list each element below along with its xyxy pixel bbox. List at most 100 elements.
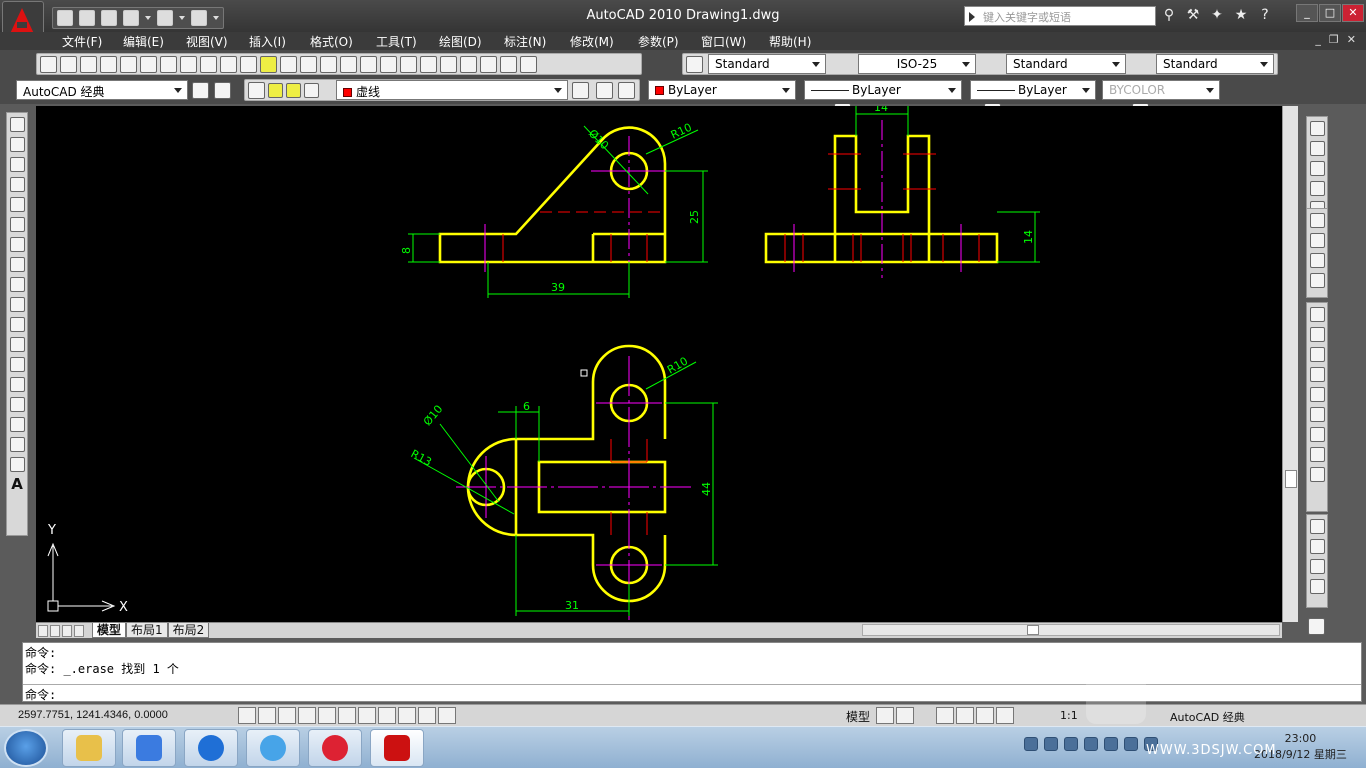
- tab-last-button[interactable]: [74, 624, 84, 637]
- plot-icon[interactable]: [191, 10, 207, 26]
- undo-caret-icon[interactable]: [145, 16, 151, 20]
- save-icon[interactable]: [101, 10, 117, 26]
- subscription-icon[interactable]: ⚒: [1184, 6, 1202, 24]
- 3d-osnap-button[interactable]: [338, 707, 356, 724]
- calculator-icon[interactable]: [520, 55, 537, 73]
- menu-window[interactable]: 窗口(W): [701, 33, 746, 50]
- menu-insert[interactable]: 插入(I): [249, 33, 286, 50]
- zoom-realtime-icon[interactable]: [360, 55, 377, 73]
- scale-icon[interactable]: [1309, 213, 1325, 228]
- help-icon[interactable]: ?: [1256, 6, 1274, 24]
- doc-restore-button[interactable]: ❐: [1329, 33, 1339, 46]
- taskbar-wps[interactable]: [122, 729, 176, 767]
- construction-line-icon[interactable]: [9, 137, 25, 152]
- annotation-scale[interactable]: 1:1: [1060, 709, 1078, 722]
- find-text-icon[interactable]: [1309, 579, 1325, 594]
- zoom-previous-icon[interactable]: [400, 55, 417, 73]
- taskbar-k-app[interactable]: [184, 729, 238, 767]
- binoculars-icon[interactable]: ⚲: [1160, 6, 1178, 24]
- layer-select[interactable]: 虚线: [336, 80, 568, 100]
- ortho-button[interactable]: [278, 707, 296, 724]
- ellipse-icon[interactable]: [9, 297, 25, 312]
- polar-button[interactable]: [298, 707, 316, 724]
- favorites-icon[interactable]: ★: [1232, 6, 1250, 24]
- multiline-text-icon[interactable]: A: [11, 477, 23, 492]
- ellipse-arc-icon[interactable]: [9, 317, 25, 332]
- taskbar-explorer[interactable]: [62, 729, 116, 767]
- trim-icon[interactable]: [1309, 253, 1325, 268]
- layer-lock-icon[interactable]: [304, 82, 319, 98]
- gradient-icon[interactable]: [9, 417, 25, 432]
- otrack-button[interactable]: [358, 707, 376, 724]
- tab-first-button[interactable]: [38, 624, 48, 637]
- jogged-dim-icon[interactable]: [1309, 387, 1325, 402]
- qnew-icon[interactable]: [40, 55, 57, 73]
- menu-format[interactable]: 格式(O): [310, 33, 353, 50]
- tab-prev-button[interactable]: [50, 624, 60, 637]
- cursor-coordinates[interactable]: 2597.7751, 1241.4346, 0.0000: [18, 709, 168, 721]
- menu-view[interactable]: 视图(V): [186, 33, 228, 50]
- aligned-dim-icon[interactable]: [1309, 307, 1325, 322]
- cut-icon[interactable]: [200, 55, 217, 73]
- plot-icon[interactable]: [100, 55, 117, 73]
- paste-icon[interactable]: [240, 55, 257, 73]
- menu-modify[interactable]: 修改(M): [570, 33, 614, 50]
- snap-button[interactable]: [238, 707, 256, 724]
- multileader-style-select[interactable]: Standard: [1156, 54, 1274, 74]
- preview-icon[interactable]: [120, 55, 137, 73]
- table-style-select[interactable]: Standard: [1006, 54, 1126, 74]
- text-style-select[interactable]: Standard: [708, 54, 826, 74]
- publish-icon[interactable]: [140, 55, 157, 73]
- menu-parametric[interactable]: 参数(P): [638, 33, 679, 50]
- close-button[interactable]: ✕: [1342, 4, 1364, 22]
- redo-icon[interactable]: [157, 10, 173, 26]
- ducs-button[interactable]: [378, 707, 396, 724]
- layer-on-icon[interactable]: [268, 82, 283, 98]
- menu-tools[interactable]: 工具(T): [376, 33, 417, 50]
- tab-layout2[interactable]: 布局2: [167, 623, 210, 638]
- undo-icon[interactable]: [300, 55, 317, 73]
- make-current-layer-icon[interactable]: [572, 82, 589, 99]
- communication-icon[interactable]: ✦: [1208, 6, 1226, 24]
- dim-style-select[interactable]: ISO-25: [858, 54, 976, 74]
- baseline-dim-icon[interactable]: [1309, 447, 1325, 462]
- osnap-button[interactable]: [318, 707, 336, 724]
- layer-state-icon[interactable]: [618, 82, 635, 99]
- menu-help[interactable]: 帮助(H): [769, 33, 811, 50]
- layer-freeze-icon[interactable]: [286, 82, 301, 98]
- workspace-select[interactable]: AutoCAD 经典: [16, 80, 188, 100]
- redo-icon[interactable]: [320, 55, 337, 73]
- tab-next-button[interactable]: [62, 624, 72, 637]
- plot-style-select[interactable]: BYCOLOR: [1102, 80, 1220, 100]
- polyline-icon[interactable]: [9, 157, 25, 172]
- text-style-icon[interactable]: [686, 55, 703, 73]
- lineweight-button[interactable]: [418, 707, 436, 724]
- 3d-print-icon[interactable]: [160, 55, 177, 73]
- single-line-text-icon[interactable]: [1309, 539, 1325, 554]
- quick-properties-button[interactable]: [438, 707, 456, 724]
- tab-layout1[interactable]: 布局1: [126, 623, 168, 638]
- layer-manager-icon[interactable]: [248, 81, 265, 99]
- spline-icon[interactable]: [9, 277, 25, 292]
- layer-previous-icon[interactable]: [596, 82, 613, 99]
- k-tray-icon[interactable]: [1064, 737, 1078, 751]
- design-center-icon[interactable]: [440, 55, 457, 73]
- ordinate-dim-icon[interactable]: [1309, 347, 1325, 362]
- open-icon[interactable]: [79, 10, 95, 26]
- minimize-button[interactable]: _: [1296, 4, 1318, 22]
- insert-block-icon[interactable]: [9, 337, 25, 352]
- bluetooth-icon[interactable]: [1104, 737, 1118, 751]
- lineweight-select[interactable]: ByLayer: [970, 80, 1096, 100]
- doc-minimize-button[interactable]: _: [1315, 33, 1321, 46]
- cloud-icon[interactable]: [1084, 737, 1098, 751]
- point-icon[interactable]: [9, 377, 25, 392]
- match-properties-icon[interactable]: [260, 55, 277, 73]
- edit-text-icon[interactable]: [1309, 519, 1325, 534]
- linear-dim-icon[interactable]: [1309, 121, 1325, 136]
- copy-object-icon[interactable]: [1309, 161, 1325, 176]
- quick-view-layouts-button[interactable]: [876, 707, 894, 724]
- undo-icon[interactable]: [123, 10, 139, 26]
- start-button[interactable]: [4, 729, 48, 767]
- rectangle-icon[interactable]: [9, 197, 25, 212]
- region-icon[interactable]: [9, 437, 25, 452]
